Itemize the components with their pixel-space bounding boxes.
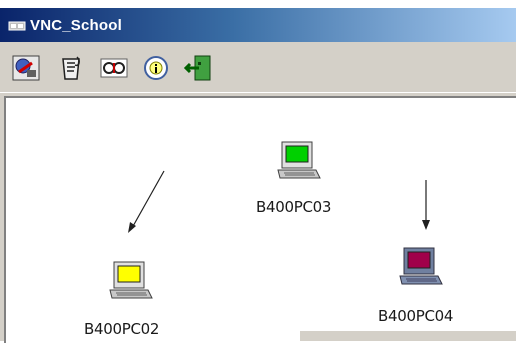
computer-pc03[interactable] [276,140,324,187]
screen [285,145,309,163]
info-button[interactable] [140,53,172,83]
clipboard-icon [55,53,87,83]
network-app-icon [8,19,26,33]
window-title: VNC_School [30,17,123,34]
arrow-to-pc04 [422,180,430,230]
exit-button[interactable] [183,53,215,83]
computer-label: B400PC03 [256,198,332,216]
computer-label: B400PC04 [378,307,454,325]
info-icon [140,53,172,83]
connect-icon [10,53,42,83]
status-strip [300,331,516,341]
app-window: VNC_School B400PC02 B400PC03 B400PC04 [0,8,516,343]
computer-map-area: B400PC02 B400PC03 B400PC04 [4,96,516,343]
connect-button[interactable] [10,53,42,83]
computer-pc02[interactable] [108,260,156,307]
computer-icon [399,247,443,285]
toolbar [0,42,516,93]
arrow-to-pc02 [128,170,165,233]
screen [117,265,141,283]
computer-pc04[interactable] [398,246,446,293]
computer-icon [109,261,153,299]
properties-button[interactable] [55,53,87,83]
view-icon [98,53,130,83]
computer-icon [277,141,321,179]
computer-label: B400PC02 [84,320,160,338]
view-button[interactable] [98,53,130,83]
title-bar[interactable]: VNC_School [0,8,516,42]
screen [407,251,431,269]
exit-door-icon [183,53,215,83]
